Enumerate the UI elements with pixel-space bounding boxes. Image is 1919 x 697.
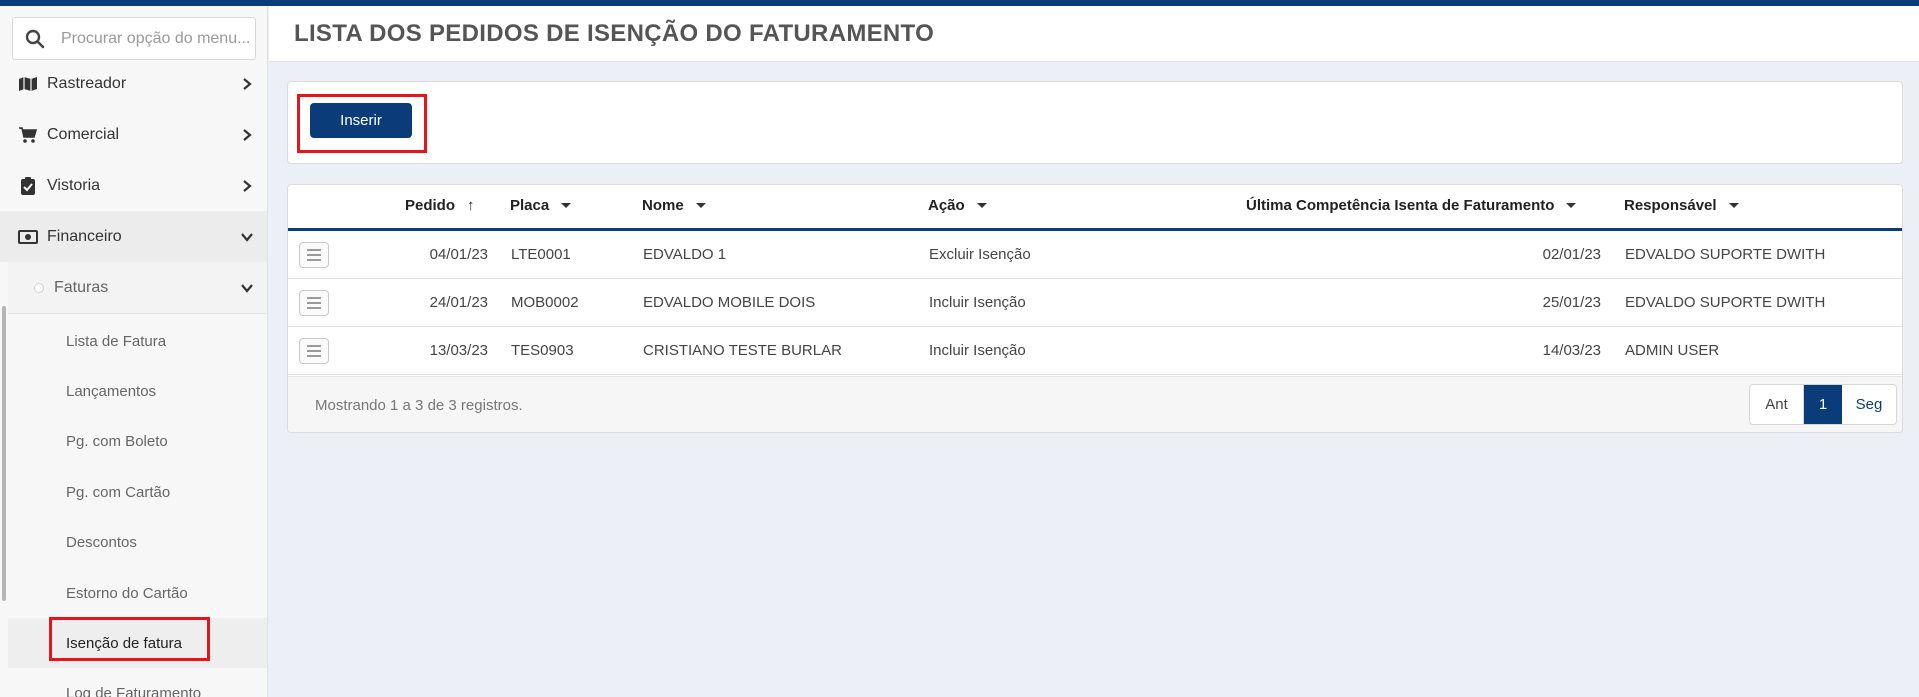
column-header-ultima-competencia[interactable]: Última Competência Isenta de Faturamento: [1246, 197, 1577, 214]
sidebar-subitem-estorno-cartao[interactable]: Estorno do Cartão: [8, 568, 267, 618]
pagination-next-button[interactable]: Seg: [1842, 385, 1896, 424]
chevron-right-icon: [243, 179, 252, 192]
column-header-pedido[interactable]: Pedido ↑: [405, 197, 475, 214]
column-header-nome[interactable]: Nome: [642, 197, 706, 214]
caret-down-icon: [1566, 203, 1577, 208]
sidebar-item-label: Vistoria: [47, 176, 101, 194]
table-row: 13/03/23 TES0903 CRISTIANO TESTE BURLAR …: [288, 327, 1902, 375]
sidebar-subitem-label: Log de Faturamento: [66, 684, 202, 697]
cell-pedido: 24/01/23: [429, 294, 488, 311]
cell-ultima-competencia: 14/03/23: [1542, 342, 1601, 359]
cell-placa: MOB0002: [511, 294, 579, 311]
sidebar-subitem-label: Descontos: [66, 533, 137, 551]
sidebar-item-financeiro[interactable]: Financeiro: [0, 211, 267, 262]
search-icon: [25, 29, 45, 48]
sidebar-subitem-isencao-fatura[interactable]: Isenção de fatura: [8, 618, 267, 668]
menu-search-box[interactable]: [12, 17, 256, 60]
chevron-down-icon: [241, 283, 253, 293]
caret-down-icon: [976, 203, 987, 208]
sidebar-subitem-label: Pg. com Boleto: [66, 432, 168, 450]
page-header: LISTA DOS PEDIDOS DE ISENÇÃO DO FATURAME…: [269, 6, 1919, 62]
cell-responsavel: EDVALDO SUPORTE DWITH: [1625, 294, 1826, 311]
caret-down-icon: [561, 203, 572, 208]
page-title: LISTA DOS PEDIDOS DE ISENÇÃO DO FATURAME…: [294, 20, 935, 47]
table-header: Pedido ↑ Placa Nome Ação Última Competên…: [288, 185, 1902, 231]
cell-ultima-competencia: 25/01/23: [1542, 294, 1601, 311]
caret-down-icon: [695, 203, 706, 208]
clipboard-check-icon: [18, 176, 38, 195]
sidebar-subitem-label: Pg. com Cartão: [66, 483, 171, 501]
sidebar-subitem-label: Lista de Fatura: [66, 332, 167, 350]
table-card: Pedido ↑ Placa Nome Ação Última Competên…: [287, 184, 1903, 433]
table-row: 04/01/23 LTE0001 EDVALDO 1 Excluir Isenç…: [288, 231, 1902, 279]
chevron-right-icon: [243, 77, 252, 90]
sidebar-subitem-label: Lançamentos: [66, 382, 157, 400]
table-footer: Mostrando 1 a 3 de 3 registros. Ant 1 Se…: [288, 376, 1902, 432]
cell-responsavel: ADMIN USER: [1625, 342, 1720, 359]
column-header-label: Responsável: [1624, 197, 1717, 214]
cell-acao: Incluir Isenção: [929, 294, 1026, 311]
sidebar-item-label: Financeiro: [47, 227, 122, 245]
sidebar-subitem-pg-cartao[interactable]: Pg. com Cartão: [8, 467, 267, 517]
sidebar-item-label: Comercial: [47, 125, 120, 143]
column-header-placa[interactable]: Placa: [510, 197, 572, 214]
table-row: 24/01/23 MOB0002 EDVALDO MOBILE DOIS Inc…: [288, 279, 1902, 327]
cell-nome: EDVALDO 1: [643, 246, 727, 263]
sidebar-subitem-descontos[interactable]: Descontos: [8, 517, 267, 567]
insert-button[interactable]: Inserir: [310, 103, 412, 138]
column-header-acao[interactable]: Ação: [928, 197, 987, 214]
cell-pedido: 13/03/23: [429, 342, 488, 359]
sidebar-group-label: Faturas: [54, 278, 109, 296]
sidebar-scrollbar-thumb[interactable]: [2, 306, 6, 601]
row-menu-button[interactable]: [299, 338, 329, 364]
sidebar-subitem-label: Isenção de fatura: [66, 634, 182, 652]
cell-placa: TES0903: [511, 342, 574, 359]
cart-icon: [18, 126, 38, 144]
column-header-label: Placa: [510, 197, 550, 214]
caret-down-icon: [1728, 203, 1739, 208]
sidebar-item-vistoria[interactable]: Vistoria: [0, 160, 267, 211]
row-menu-button[interactable]: [299, 290, 329, 316]
cell-nome: CRISTIANO TESTE BURLAR: [643, 342, 842, 359]
cell-responsavel: EDVALDO SUPORTE DWITH: [1625, 246, 1826, 263]
menu-search-input[interactable]: [61, 29, 251, 48]
sidebar-subitem-label: Estorno do Cartão: [66, 584, 188, 602]
records-info: Mostrando 1 a 3 de 3 registros.: [315, 397, 523, 414]
pagination: Ant 1 Seg: [1749, 384, 1897, 425]
row-menu-button[interactable]: [299, 242, 329, 268]
column-header-label: Pedido: [405, 197, 456, 214]
map-icon: [18, 75, 38, 93]
sidebar-subitem-log-faturamento[interactable]: Log de Faturamento: [8, 668, 267, 697]
column-header-responsavel[interactable]: Responsável: [1624, 197, 1739, 214]
cell-placa: LTE0001: [511, 246, 571, 263]
pagination-prev-button[interactable]: Ant: [1750, 385, 1804, 424]
cell-pedido: 04/01/23: [429, 246, 488, 263]
sidebar-scrollbar[interactable]: [0, 306, 8, 601]
money-bill-icon: [18, 228, 38, 246]
sort-ascending-icon: ↑: [467, 197, 475, 214]
sidebar-subitem-lista-de-fatura[interactable]: Lista de Fatura: [8, 316, 267, 366]
sidebar-item-comercial[interactable]: Comercial: [0, 109, 267, 160]
sidebar-item-rastreador[interactable]: Rastreador: [0, 58, 267, 109]
column-header-label: Última Competência Isenta de Faturamento: [1246, 197, 1555, 214]
sidebar-group-faturas[interactable]: Faturas: [8, 262, 267, 314]
sidebar: Rastreador Comercial Vistoria Financeiro…: [0, 6, 268, 697]
column-header-label: Nome: [642, 197, 684, 214]
pagination-current-page[interactable]: 1: [1804, 385, 1842, 424]
tree-node-icon: [34, 283, 44, 293]
column-header-label: Ação: [928, 197, 965, 214]
sidebar-item-label: Rastreador: [47, 74, 127, 92]
chevron-down-icon: [241, 232, 253, 242]
sidebar-subitem-pg-boleto[interactable]: Pg. com Boleto: [8, 416, 267, 466]
cell-ultima-competencia: 02/01/23: [1542, 246, 1601, 263]
chevron-right-icon: [243, 128, 252, 141]
cell-acao: Incluir Isenção: [929, 342, 1026, 359]
cell-acao: Excluir Isenção: [929, 246, 1031, 263]
cell-nome: EDVALDO MOBILE DOIS: [643, 294, 816, 311]
sidebar-subitem-lancamentos[interactable]: Lançamentos: [8, 366, 267, 416]
toolbar-card: Inserir: [287, 81, 1903, 164]
